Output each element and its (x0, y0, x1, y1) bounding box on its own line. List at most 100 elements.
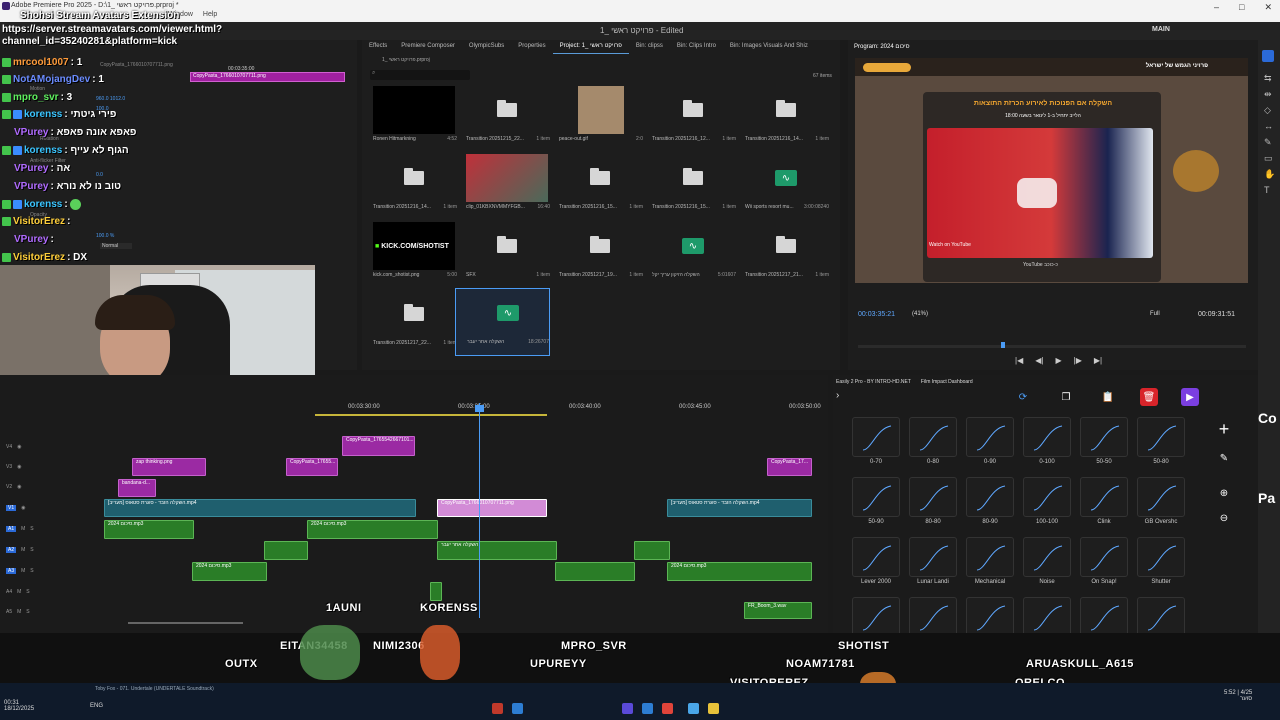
project-search-input[interactable]: ⌕ (370, 70, 470, 80)
tab-properties[interactable]: Properties (511, 40, 552, 54)
eye-icon[interactable]: ◉ (21, 505, 25, 511)
scrub-playhead[interactable] (1001, 342, 1005, 348)
solo-toggle[interactable]: S (26, 589, 29, 595)
timeline-clip[interactable] (634, 541, 670, 560)
ease-preset[interactable]: 0-90 (966, 417, 1014, 467)
tab-easily[interactable]: Easily 2 Pro - BY INTRO-HD.NET (836, 379, 911, 385)
timeline-clip[interactable]: zap thinking.png (132, 458, 206, 476)
eye-icon[interactable]: ◉ (17, 444, 21, 450)
step-back-icon[interactable]: |◀ (1015, 356, 1023, 365)
bin-item[interactable]: Transition 20251216_14... 1 item (734, 86, 829, 154)
bin-item[interactable]: clip_01KBXNVMMYFGB... 16:40 (455, 154, 550, 222)
ease-preset[interactable]: 50-90 (852, 477, 900, 527)
track-header[interactable]: A4 M S (0, 584, 100, 599)
timeline-clip[interactable]: השקלה אחר יעבר (437, 541, 557, 560)
bin-item[interactable]: SFX 1 item (455, 222, 550, 290)
ease-preset[interactable]: Shutter (1137, 537, 1185, 587)
pen-tool-icon[interactable]: ✎ (1264, 134, 1275, 150)
hand-tool-icon[interactable]: ✋ (1264, 166, 1275, 182)
ease-preset[interactable]: Lunar Landi (909, 537, 957, 587)
track-header[interactable]: A1 M S (0, 521, 100, 536)
ease-preset[interactable]: On Snap! (1080, 537, 1128, 587)
bin-item[interactable]: Transition 20251216_14... 1 item (362, 154, 457, 222)
track-header[interactable]: A5 M S (0, 604, 100, 619)
tab-premiere-composer[interactable]: Premiere Composer (394, 40, 462, 54)
mute-toggle[interactable]: M (21, 547, 25, 553)
bin-item-selected[interactable]: ∿ השקלה אחר יעבר 18:26707 (455, 288, 550, 356)
watch-on-youtube[interactable]: Watch on YouTube (929, 242, 971, 248)
ease-preset[interactable]: 80-80 (909, 477, 957, 527)
app-taskbar-icon[interactable] (642, 703, 653, 714)
bin-item[interactable]: Transition 20251217_21... 1 item (734, 222, 829, 290)
solo-toggle[interactable]: S (26, 609, 29, 615)
bin-item[interactable]: Transition 20251216_15... 1 item (641, 154, 736, 222)
close-icon[interactable]: ✕ (1264, 2, 1272, 13)
maximize-icon[interactable]: □ (1239, 2, 1244, 13)
slip-tool-icon[interactable]: ↔ (1264, 118, 1275, 134)
timeline-clip[interactable]: 2024 סיכום.mp3 (667, 562, 812, 581)
language-indicator[interactable]: ENG (90, 703, 103, 709)
bin-item[interactable]: peace-out.gif 2:0 (548, 86, 643, 154)
timeline-clip[interactable]: 2024 סיכום.mp3 (307, 520, 438, 539)
ripple-edit-icon[interactable]: ⇹ (1264, 86, 1275, 102)
timeline-clip[interactable] (264, 541, 308, 560)
ease-preset[interactable]: Noise (1023, 537, 1071, 587)
track-header[interactable]: V4 ◉ (0, 439, 100, 454)
track-header[interactable]: A3 M S (0, 563, 100, 578)
play-button-icon[interactable]: ▶ (1055, 356, 1061, 365)
in-out-range[interactable] (315, 414, 547, 416)
timeline-clip[interactable]: השקלה הזבד - סוגרת סטאוס [מעריב].mp4 (667, 499, 812, 517)
tab-project[interactable]: Project: 1_ פרויקט ראשי (552, 40, 629, 54)
bin-item[interactable]: Transition 20251216_15... 1 item (548, 154, 643, 222)
timeline-clip[interactable]: השקלה הזבד - סוגרת סטאוס [מעריב].mp4 (104, 499, 416, 517)
bin-item[interactable]: Transition 20251217_22... 1 item (362, 290, 457, 358)
paste-icon[interactable]: 📋 (1099, 388, 1117, 406)
mute-toggle[interactable]: M (21, 568, 25, 574)
program-tab[interactable]: Program: סיכום 2024 (854, 44, 910, 50)
step-forward-icon[interactable]: ▶| (1094, 356, 1102, 365)
back-frame-icon[interactable]: ◀| (1035, 356, 1043, 365)
minimize-icon[interactable]: – (1214, 2, 1219, 13)
bin-item[interactable]: Transition 20251215_22... 1 item (455, 86, 550, 154)
selection-tool-icon[interactable] (1262, 50, 1274, 62)
ease-preset[interactable]: 50-80 (1137, 417, 1185, 467)
bin-item[interactable]: ∿ השקלה הזיקון עריך יקל 5:01607 (641, 222, 736, 290)
solo-toggle[interactable]: S (30, 526, 33, 532)
folder-taskbar-icon[interactable] (708, 703, 719, 714)
bin-item[interactable]: Transition 20251217_19... 1 item (548, 222, 643, 290)
track-header[interactable]: V2 ◉ (0, 479, 100, 494)
play-icon[interactable] (1017, 178, 1057, 208)
timeline-clip[interactable]: bandana-d... (118, 479, 156, 497)
playhead-handle[interactable] (475, 405, 484, 412)
mute-toggle[interactable]: M (17, 609, 21, 615)
edit-icon[interactable]: ✎ (1215, 449, 1233, 467)
video-thumbnail[interactable]: Watch on YouTube (927, 128, 1153, 258)
tab-film-impact[interactable]: Film Impact Dashboard (921, 379, 973, 385)
fwd-frame-icon[interactable]: |▶ (1074, 356, 1082, 365)
timeline-clip[interactable]: FR_Boom_3.wav (744, 602, 812, 619)
zoom-level-select[interactable]: (41%) (912, 311, 928, 317)
ease-preset[interactable]: Mechanical (966, 537, 1014, 587)
mute-toggle[interactable]: M (17, 589, 21, 595)
link-icon[interactable]: ⟳ (1014, 388, 1032, 406)
timeline-clip-selected[interactable]: CopyPasta_1766010707711.png (437, 499, 547, 517)
chevron-right-icon[interactable]: › (836, 390, 839, 401)
ease-preset[interactable]: Lever 2000 (852, 537, 900, 587)
tab-bin-clips-intro[interactable]: Bin: Clips Intro (670, 40, 723, 54)
ease-preset[interactable]: 0-70 (852, 417, 900, 467)
timeline-playhead[interactable] (479, 403, 480, 618)
app-taskbar-icon[interactable] (688, 703, 699, 714)
zoom-in-icon[interactable]: ⊕ (1215, 484, 1233, 502)
mute-toggle[interactable]: M (21, 526, 25, 532)
program-scrub-bar[interactable] (858, 342, 1246, 348)
app-taskbar-icon[interactable] (492, 703, 503, 714)
system-clock[interactable]: 5:52 | 4/25 סוער (1224, 690, 1252, 702)
app-taskbar-icon[interactable] (512, 703, 523, 714)
eye-icon[interactable]: ◉ (17, 484, 21, 490)
bin-item[interactable]: ■ KICK.COM/SHOTIST kick.com_shotist.png … (362, 222, 457, 290)
fx-keyframe-clip[interactable]: CopyPasta_1766010707711.png (190, 72, 345, 82)
timeline-zoom-scrollbar[interactable] (128, 622, 243, 624)
copy-icon[interactable]: ❐ (1057, 388, 1075, 406)
track-header[interactable]: A2 M S (0, 542, 100, 557)
razor-tool-icon[interactable]: ◇ (1264, 102, 1275, 118)
